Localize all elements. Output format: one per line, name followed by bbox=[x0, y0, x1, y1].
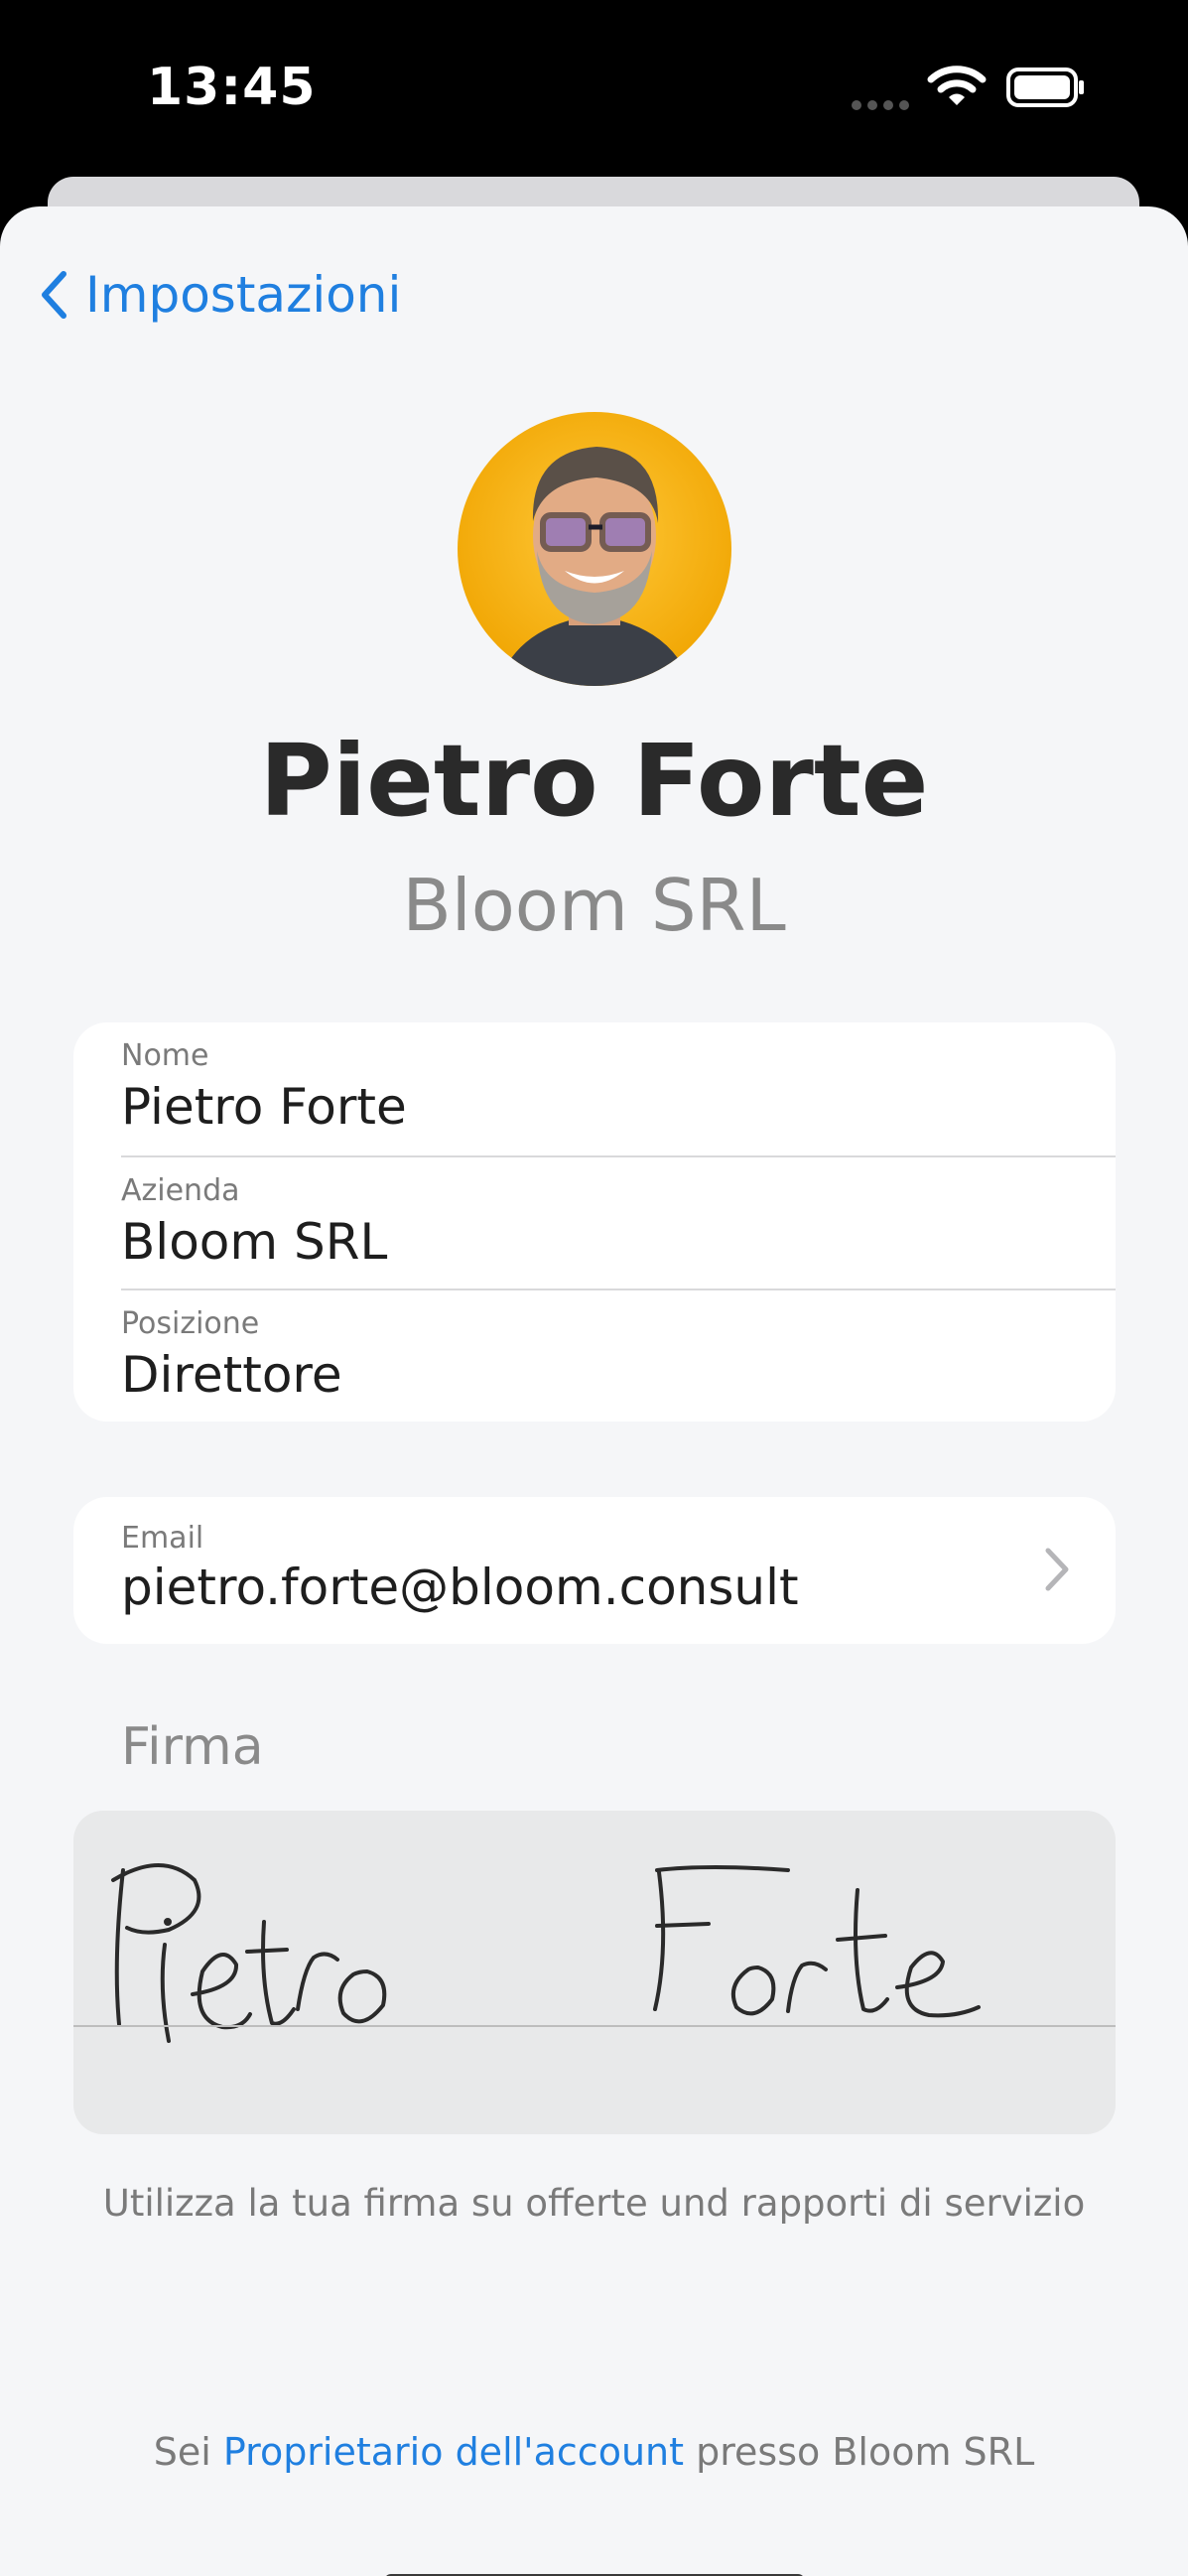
name-label: Nome bbox=[121, 1038, 209, 1073]
position-label: Posizione bbox=[121, 1306, 260, 1341]
account-owner-link[interactable]: Proprietario dell'account bbox=[223, 2430, 684, 2474]
profile-company: Bloom SRL bbox=[402, 864, 786, 947]
avatar[interactable] bbox=[458, 412, 731, 686]
chevron-right-icon bbox=[1045, 1548, 1069, 1591]
position-value: Direttore bbox=[121, 1346, 342, 1404]
account-role-footer: Sei Proprietario dell'account presso Blo… bbox=[0, 2430, 1188, 2474]
signature-baseline bbox=[73, 2025, 1116, 2027]
company-row[interactable]: Azienda Bloom SRL bbox=[73, 1157, 1116, 1290]
wifi-icon bbox=[927, 66, 987, 105]
profile-name: Pietro Forte bbox=[259, 723, 929, 839]
profile-sheet: Impostazioni Pietro Forte Bloom SRL Nome… bbox=[0, 206, 1188, 2576]
email-label: Email bbox=[121, 1521, 204, 1556]
back-button[interactable]: Impostazioni bbox=[40, 266, 401, 324]
status-time: 13:45 bbox=[147, 58, 317, 117]
signature-hint: Utilizza la tua firma su offerte und rap… bbox=[102, 2182, 1086, 2225]
name-value: Pietro Forte bbox=[121, 1078, 407, 1136]
position-row[interactable]: Posizione Direttore bbox=[73, 1290, 1116, 1424]
footer-suffix: presso Bloom SRL bbox=[696, 2430, 1035, 2474]
signature-box[interactable] bbox=[73, 1811, 1116, 2134]
details-card: Nome Pietro Forte Azienda Bloom SRL Posi… bbox=[73, 1022, 1116, 1422]
company-value: Bloom SRL bbox=[121, 1213, 388, 1271]
battery-icon bbox=[1006, 68, 1084, 107]
email-card[interactable]: Email pietro.forte@bloom.consult bbox=[73, 1497, 1116, 1644]
footer-prefix: Sei bbox=[153, 2430, 211, 2474]
name-row[interactable]: Nome Pietro Forte bbox=[73, 1022, 1116, 1155]
cellular-signal-icon bbox=[852, 95, 915, 114]
back-label: Impostazioni bbox=[85, 266, 402, 324]
signature-image bbox=[111, 1863, 981, 2043]
signature-section-label: Firma bbox=[121, 1717, 264, 1777]
back-chevron-icon bbox=[42, 271, 66, 319]
email-value: pietro.forte@bloom.consult bbox=[121, 1559, 799, 1616]
status-bar: 13:45 bbox=[0, 0, 1188, 179]
company-label: Azienda bbox=[121, 1173, 240, 1208]
email-row[interactable]: Email pietro.forte@bloom.consult bbox=[73, 1497, 1116, 1630]
